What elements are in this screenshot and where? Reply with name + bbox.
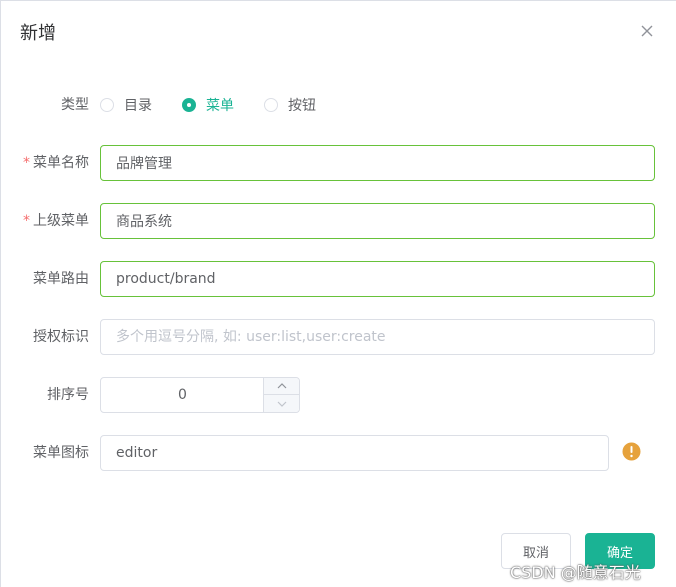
required-mark: *: [23, 213, 30, 229]
order-value[interactable]: 0: [101, 378, 264, 412]
icon-row: 菜单图标: [1, 435, 676, 471]
route-label: 菜单路由: [33, 271, 89, 287]
parent-menu-label: * 上级菜单: [23, 203, 89, 239]
order-row: 排序号 0: [1, 377, 676, 413]
increase-button[interactable]: [264, 378, 299, 395]
order-label: 排序号: [47, 387, 89, 403]
parent-menu-row: * 上级菜单: [1, 203, 676, 239]
route-row: 菜单路由: [1, 261, 676, 297]
menu-name-label-text: 菜单名称: [33, 155, 89, 171]
perms-row: 授权标识: [1, 319, 676, 355]
radio-circle: [100, 98, 114, 112]
required-mark: *: [23, 155, 30, 171]
radio-button[interactable]: 按钮: [264, 95, 316, 115]
chevron-up-icon: [277, 383, 286, 389]
radio-circle: [264, 98, 278, 112]
route-input[interactable]: [100, 261, 655, 297]
parent-menu-input[interactable]: [100, 203, 655, 239]
icon-input[interactable]: [100, 435, 609, 471]
radio-label: 目录: [124, 98, 152, 114]
type-row: 类型 目录 菜单 按钮: [1, 95, 676, 115]
radio-directory[interactable]: 目录: [100, 95, 152, 115]
dialog-title: 新增: [20, 23, 56, 44]
perms-label: 授权标识: [33, 329, 89, 345]
radio-circle-checked: [182, 98, 196, 112]
parent-menu-label-text: 上级菜单: [33, 213, 89, 229]
icon-label: 菜单图标: [33, 445, 89, 461]
order-stepper: 0: [100, 377, 300, 413]
decrease-button[interactable]: [264, 395, 299, 412]
stepper-buttons: [263, 378, 299, 412]
perms-input[interactable]: [100, 319, 655, 355]
type-radio-group: 目录 菜单 按钮: [100, 95, 346, 115]
watermark: CSDN @随意石光: [510, 563, 641, 582]
menu-name-label: * 菜单名称: [23, 145, 89, 181]
warning-icon[interactable]: [622, 442, 641, 461]
chevron-down-icon: [277, 401, 286, 407]
menu-name-row: * 菜单名称: [1, 145, 676, 181]
menu-name-input[interactable]: [100, 145, 655, 181]
add-dialog: 新增 类型 目录 菜单 按钮 *菜单名称 *上级菜单: [0, 0, 676, 587]
type-label: 类型: [61, 97, 89, 113]
close-icon[interactable]: [639, 23, 655, 39]
radio-menu[interactable]: 菜单: [182, 95, 234, 115]
radio-label: 按钮: [288, 98, 316, 114]
radio-label: 菜单: [206, 98, 234, 114]
